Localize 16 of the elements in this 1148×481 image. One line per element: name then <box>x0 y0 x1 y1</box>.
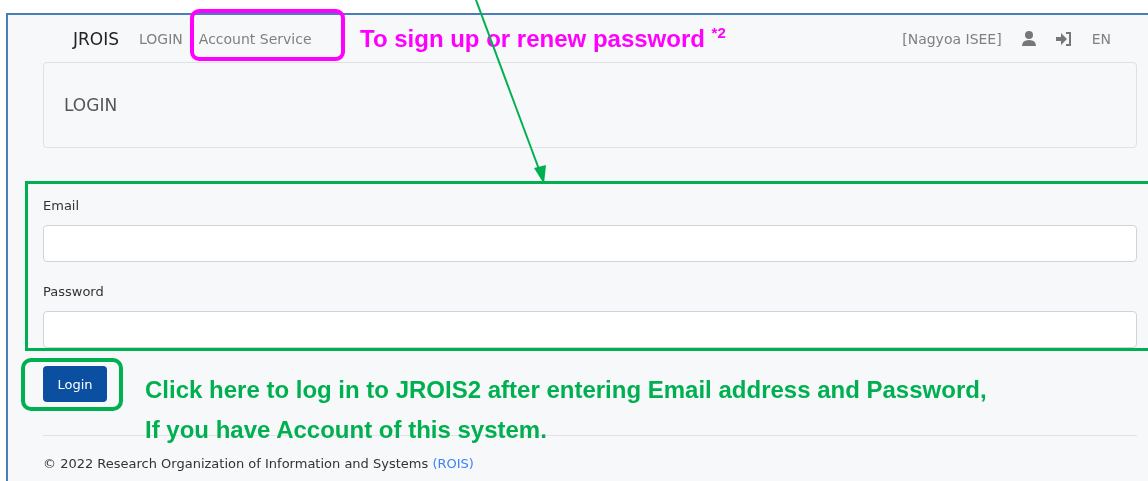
input-field[interactable] <box>43 311 1137 348</box>
field-label: Email <box>43 198 81 214</box>
language-link[interactable]: EN <box>1091 30 1111 47</box>
user-organization: [Nagyoa ISEE] <box>902 30 1002 47</box>
login-button[interactable]: Login <box>43 366 107 402</box>
nav-link[interactable]: LOGIN <box>139 30 183 47</box>
field-label: Password <box>43 284 105 300</box>
copyright-text: © 2022 Research Organization of Information and Systems (ROIS) <box>43 456 475 471</box>
footer-link[interactable]: (ROIS) <box>432 456 474 471</box>
input-field[interactable] <box>43 225 1137 262</box>
annotation-text: Click here to log in to JROIS2 after entering Email address and Password, If you have Account of this system. <box>145 375 987 445</box>
sign-in-icon[interactable] <box>1055 31 1072 46</box>
user-icon[interactable] <box>1021 31 1036 46</box>
card-title: LOGIN <box>64 95 118 115</box>
brand-logo[interactable]: JROIS <box>73 28 119 49</box>
nav-link[interactable]: Account Service <box>198 30 312 47</box>
